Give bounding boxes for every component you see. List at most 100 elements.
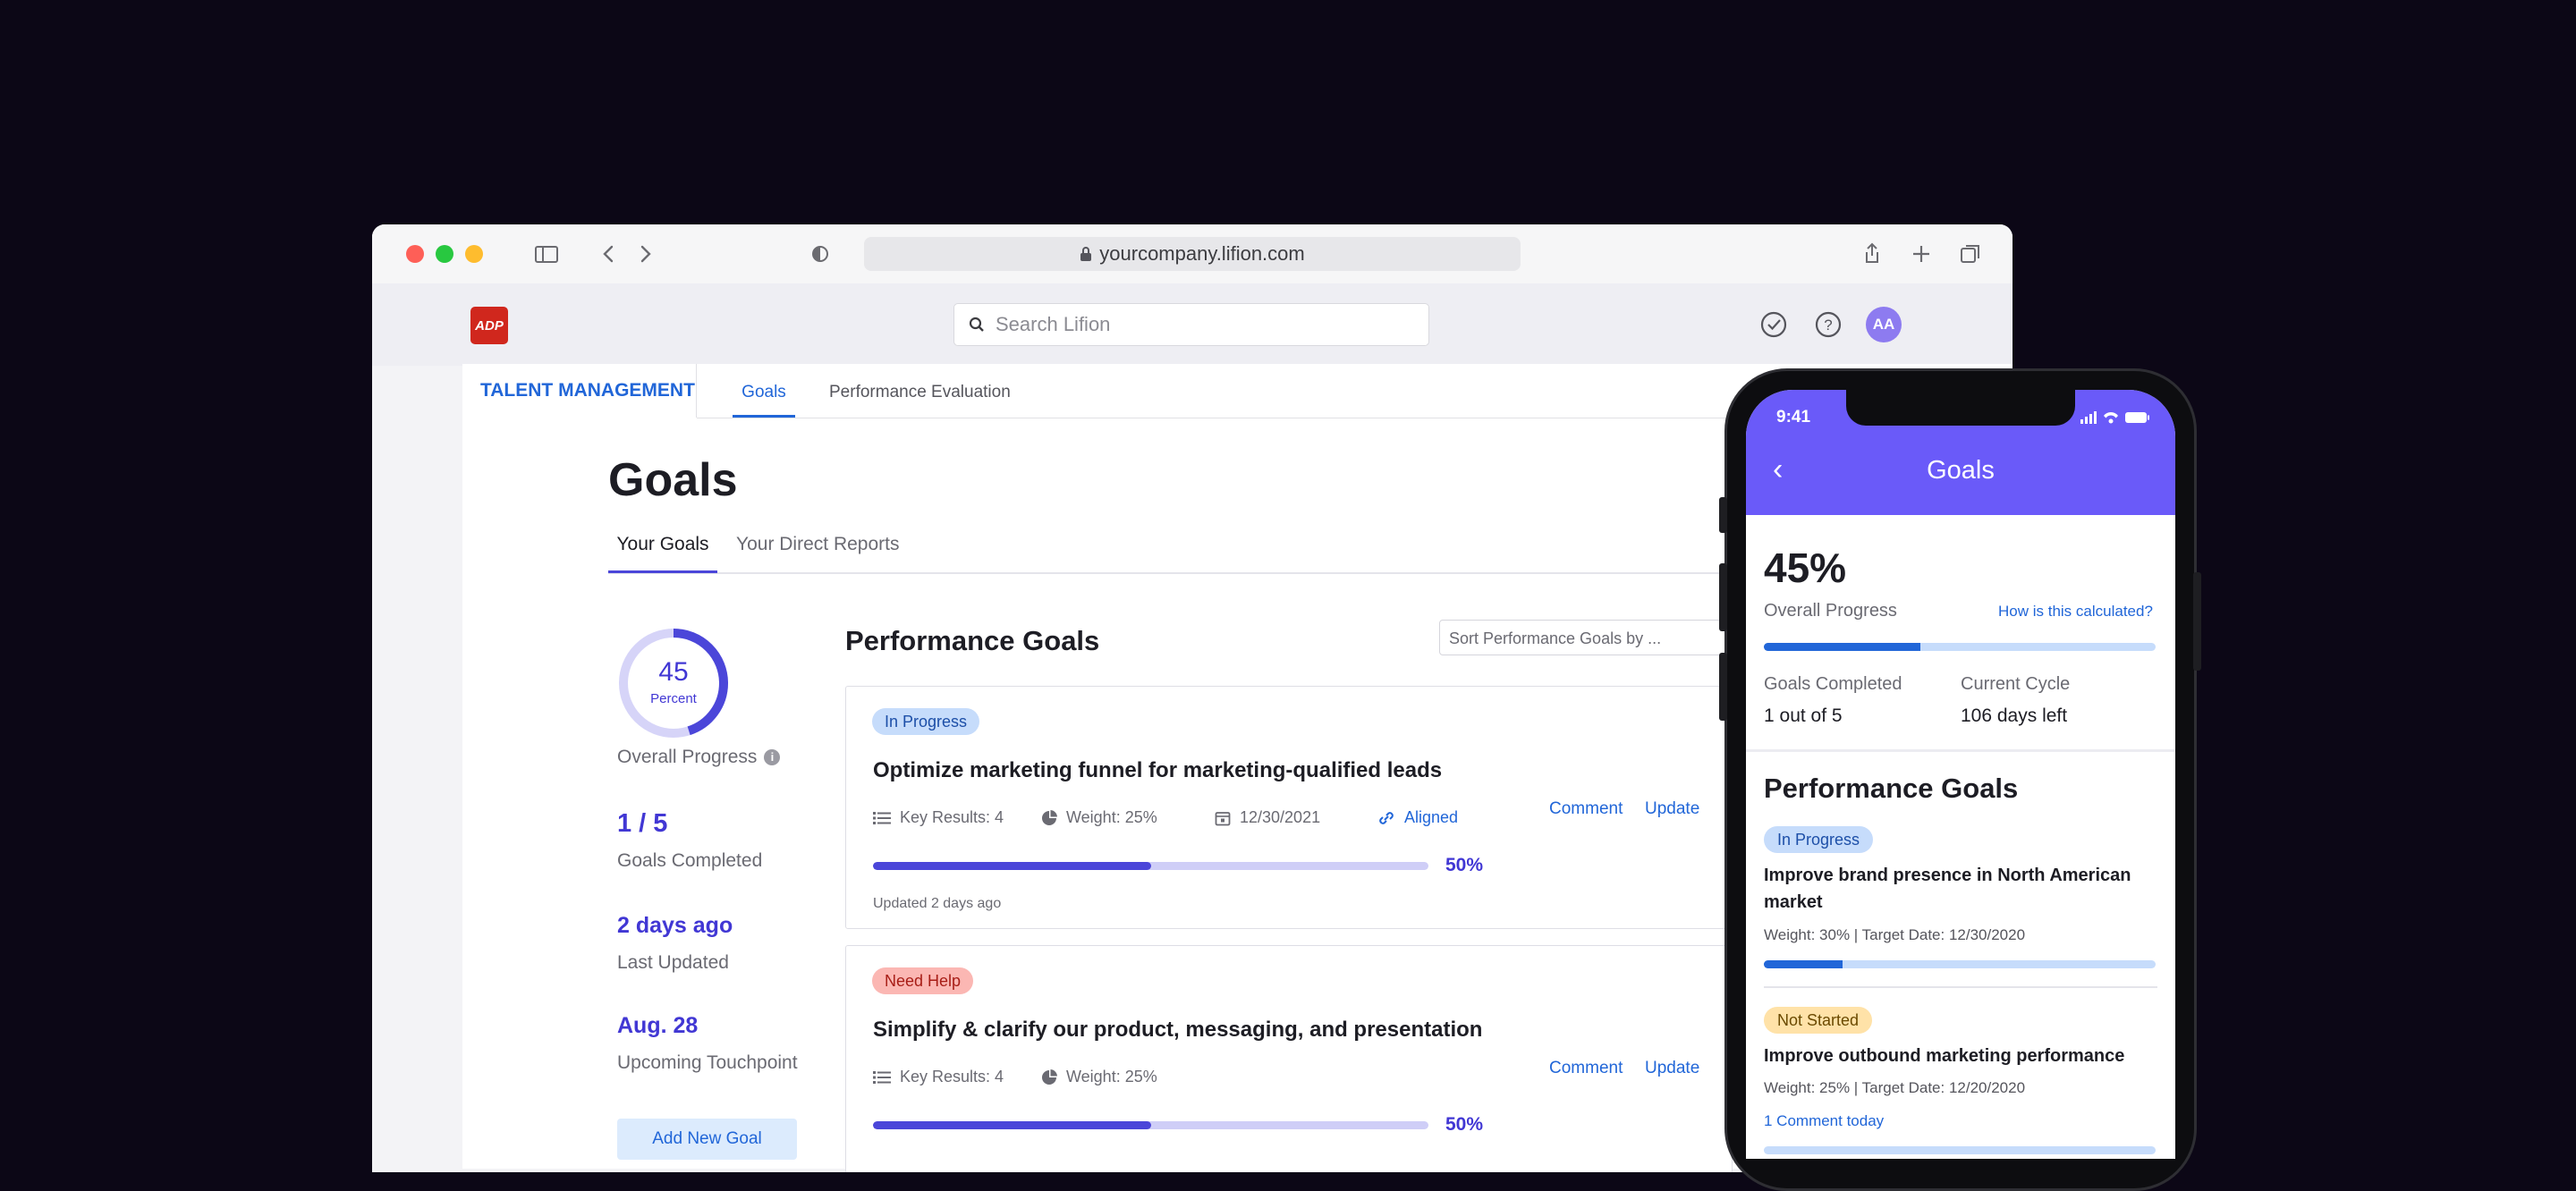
phone-notch [1846,390,2075,426]
goals-completed-label: Goals Completed [1764,674,1902,694]
weight-text: Weight: 25% [1066,808,1157,826]
current-cycle-label: Current Cycle [1961,674,2071,694]
phone-volume-down [1719,653,1727,721]
goals-completed-value: 1 / 5 [617,809,668,838]
aligned-link[interactable]: Aligned [1377,808,1458,827]
goals-completed-label: Goals Completed [617,850,763,871]
performance-goals-heading: Performance Goals [845,625,1100,656]
pie-chart-icon [1042,809,1057,825]
due-date: 12/30/2021 [1215,808,1320,827]
goal-progress-fill [873,1121,1151,1129]
overall-progress-label: Overall Progress [617,747,758,767]
tab-performance-evaluation[interactable]: Performance Evaluation [829,364,1011,418]
goal-meta: Weight: 25% | Target Date: 12/20/2020 [1764,1079,2026,1096]
goal-title[interactable]: Optimize marketing funnel for marketing-… [873,758,1442,783]
search-placeholder: Search Lifion [996,313,1111,335]
status-badge: In Progress [1764,826,1874,853]
goal-meta: Weight: 30% | Target Date: 12/30/2020 [1764,926,2026,943]
phone-title: Goals [1927,456,1995,485]
add-new-goal-button[interactable]: Add New Goal [617,1119,797,1160]
phone-mute-switch [1719,497,1727,533]
how-calculated-link[interactable]: How is this calculated? [1998,603,2153,621]
aligned-text: Aligned [1404,808,1459,826]
link-icon [1379,811,1394,824]
key-results: Key Results: 4 [873,808,1004,827]
tab-goals[interactable]: Goals [733,364,795,418]
goal-progress-fill [873,862,1151,870]
user-avatar[interactable]: AA [1866,307,1902,342]
status-badge: In Progress [872,708,980,735]
last-updated-label: Last Updated [617,952,729,973]
performance-goals-heading: Performance Goals [1764,773,2019,804]
back-arrow-icon[interactable] [596,241,623,267]
new-tab-icon[interactable] [1908,241,1935,267]
update-button[interactable]: Update [1645,799,1699,819]
tab-direct-reports[interactable]: Your Direct Reports [736,525,899,570]
list-icon [873,1070,891,1084]
current-cycle-value: 106 days left [1961,705,2068,726]
comment-link[interactable]: 1 Comment today [1764,1112,1884,1130]
progress-ring-label: Percent [650,691,697,706]
help-icon[interactable]: ? [1813,309,1843,340]
comment-button[interactable]: Comment [1549,1059,1623,1078]
goal-progress-percent: 50% [1445,855,1484,875]
goal-title[interactable]: Improve outbound marketing performance [1764,1043,2157,1069]
sort-select[interactable]: Sort Performance Goals by ... [1439,620,1725,655]
comment-button[interactable]: Comment [1549,799,1623,819]
weight: Weight: 25% [1041,1068,1157,1086]
goal-progress-percent: 50% [1445,1114,1484,1135]
goal-card[interactable]: Need Help Simplify & clarify our product… [845,945,1733,1172]
app-header: ADP Search Lifion ? AA [372,283,2012,366]
adp-logo[interactable]: ADP [470,307,508,344]
pie-chart-icon [1042,1069,1057,1085]
share-icon[interactable] [1859,241,1885,267]
overall-progress-caption: Overall Progress i [617,747,781,768]
goal-progress-bar [873,862,1428,870]
module-title[interactable]: TALENT MANAGEMENT [462,364,697,418]
section-divider [1746,749,2175,752]
overall-progress-fill [1764,643,1921,651]
phone-power-button [2193,572,2201,671]
progress-ring-value: 45 [658,657,689,687]
goal-card[interactable]: In Progress Optimize marketing funnel fo… [845,686,1733,929]
lock-icon [1080,247,1092,261]
maximize-window-button[interactable] [465,245,483,263]
phone-volume-up [1719,563,1727,631]
status-time: 9:41 [1776,408,1811,427]
goal-title[interactable]: Improve brand presence in North American… [1764,862,2157,916]
updated-text: Updated 2 days ago [873,896,1002,911]
close-window-button[interactable] [406,245,424,263]
search-input[interactable]: Search Lifion [953,303,1429,346]
phone-screen: 9:41 ‹ Goals 45% Overall Progress How is… [1746,390,2175,1159]
calendar-icon [1215,811,1231,825]
goal-progress-bar [873,1121,1428,1129]
update-button[interactable]: Update [1645,1059,1699,1078]
phone-header: 9:41 ‹ Goals [1746,390,2175,515]
page-title: Goals [608,454,738,506]
goal-title[interactable]: Simplify & clarify our product, messagin… [873,1018,1482,1043]
status-badge: Need Help [872,967,974,994]
tasks-check-icon[interactable] [1758,309,1789,340]
privacy-shield-icon[interactable] [807,241,834,267]
tab-overview-icon[interactable] [1957,241,1984,267]
overall-percent: 45% [1764,545,1847,591]
url-text: yourcompany.lifion.com [1099,242,1305,265]
key-results-text: Key Results: 4 [900,808,1004,826]
goal-progress-bar [1764,1146,2156,1154]
sidebar-toggle-icon[interactable] [533,241,560,267]
goals-completed-value: 1 out of 5 [1764,705,1843,726]
search-icon [969,317,984,332]
tab-your-goals[interactable]: Your Goals [608,525,717,573]
minimize-window-button[interactable] [436,245,453,263]
due-date-text: 12/30/2021 [1240,808,1321,826]
forward-arrow-icon[interactable] [631,241,658,267]
browser-toolbar: yourcompany.lifion.com [372,224,2012,284]
info-icon[interactable]: i [764,749,781,766]
weight-text: Weight: 25% [1066,1068,1157,1085]
goal-progress-bar [1764,960,2156,968]
address-bar[interactable]: yourcompany.lifion.com [864,237,1521,271]
touchpoint-value: Aug. 28 [617,1013,699,1038]
list-icon [873,811,891,824]
status-icons [2080,411,2149,424]
key-results-text: Key Results: 4 [900,1068,1004,1085]
